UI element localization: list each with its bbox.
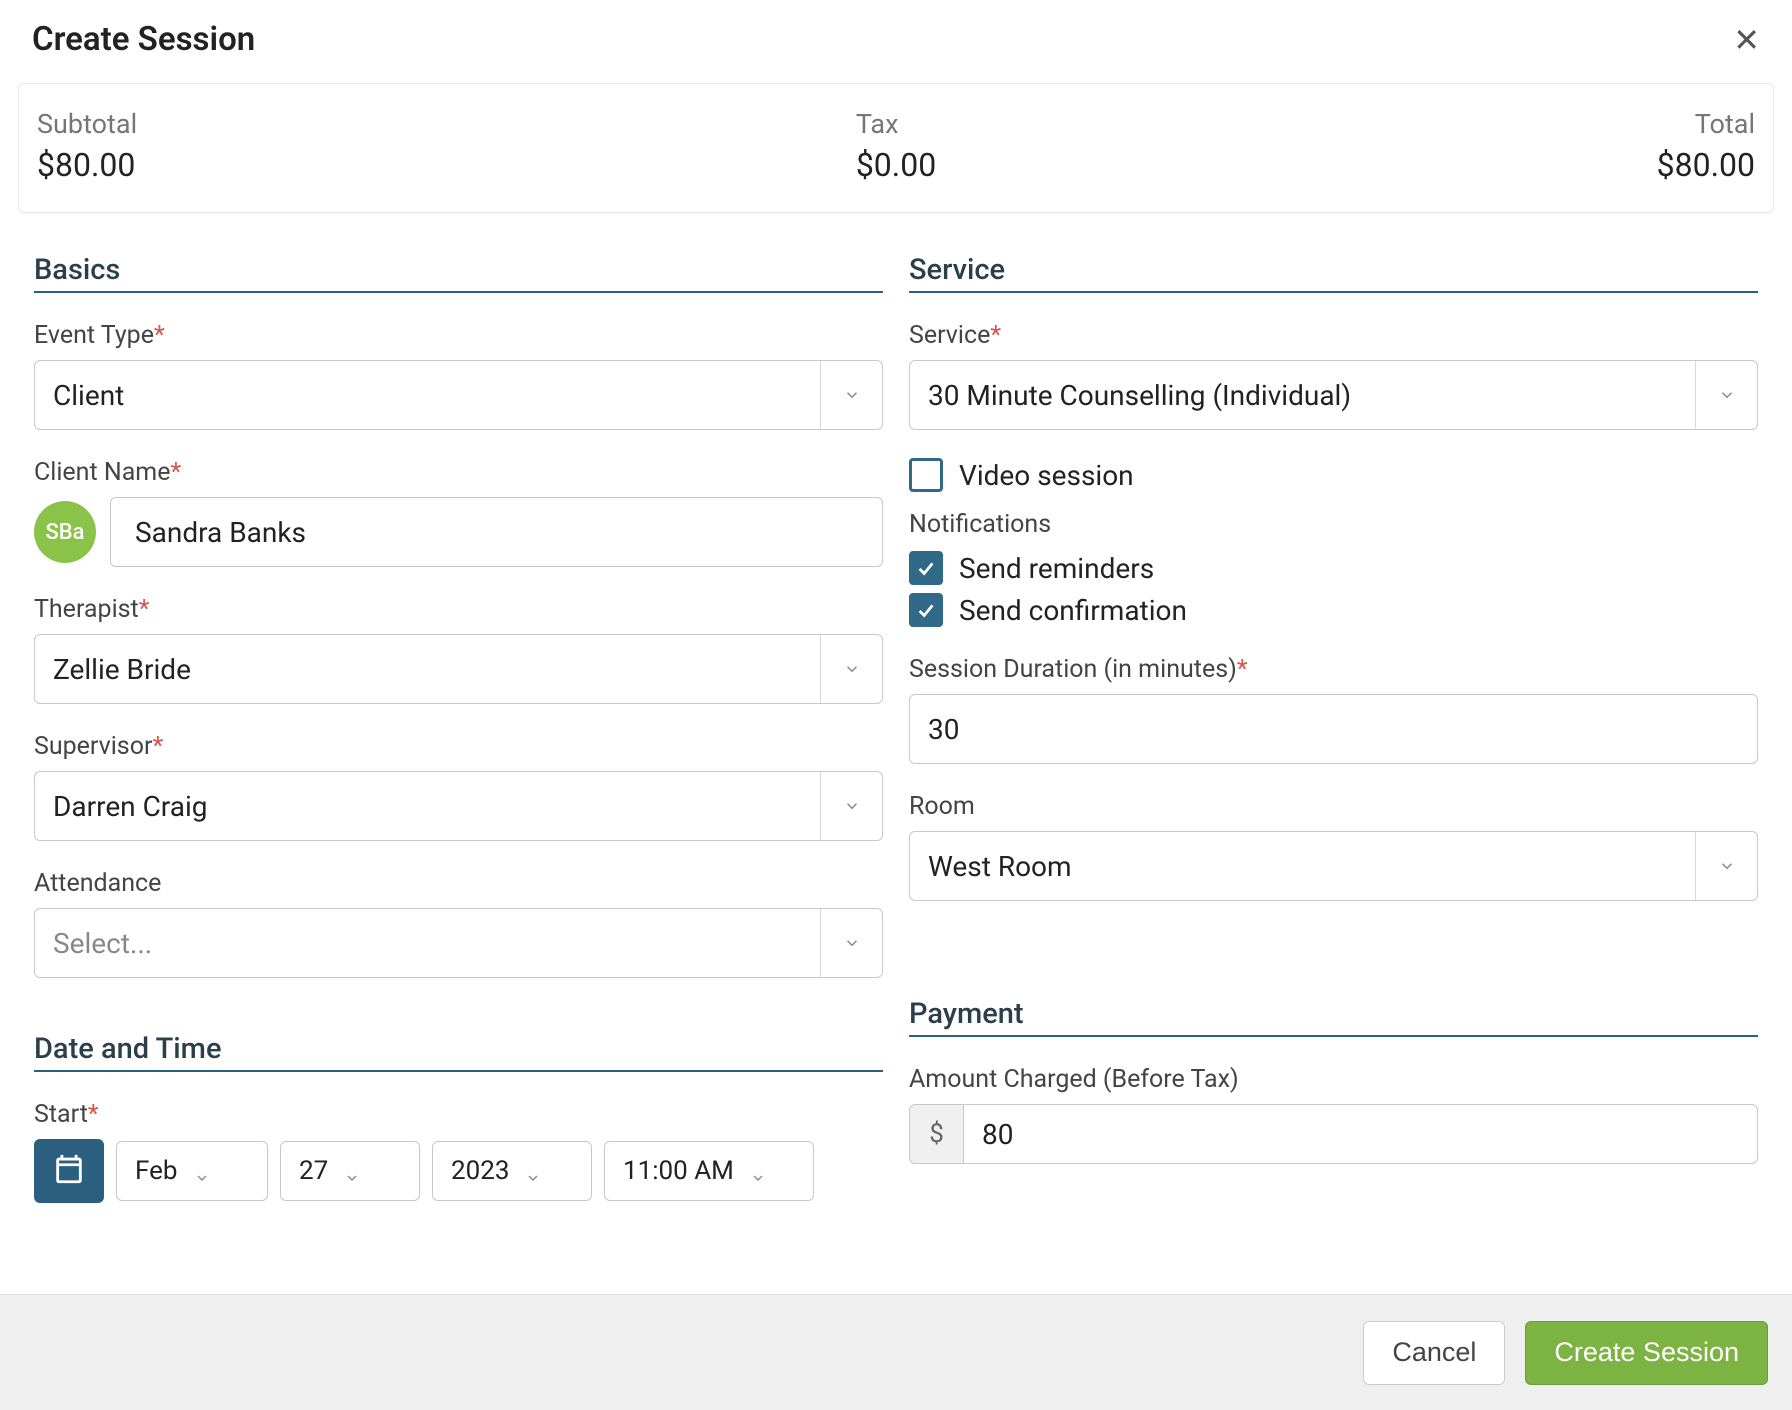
payment-heading: Payment — [909, 997, 1758, 1037]
room-value: West Room — [910, 850, 1695, 883]
amount-input[interactable]: 80 — [963, 1104, 1758, 1164]
total-value: $80.00 — [1182, 146, 1755, 184]
cancel-button[interactable]: Cancel — [1363, 1321, 1505, 1385]
create-session-button[interactable]: Create Session — [1525, 1321, 1768, 1385]
chevron-down-icon — [1718, 857, 1736, 875]
close-icon: ✕ — [1733, 22, 1760, 58]
summary-bar: Subtotal $80.00 Tax $0.00 Total $80.00 — [18, 83, 1774, 213]
chevron-down-icon — [1718, 386, 1736, 404]
start-year-select[interactable]: 2023 — [432, 1141, 592, 1201]
chevron-down-icon — [344, 1163, 360, 1179]
chevron-down-icon — [843, 386, 861, 404]
service-value: 30 Minute Counselling (Individual) — [910, 379, 1695, 412]
amount-label: Amount Charged (Before Tax) — [909, 1065, 1758, 1094]
video-session-checkbox[interactable] — [909, 458, 943, 492]
chevron-down-icon — [843, 797, 861, 815]
supervisor-select[interactable]: Darren Craig — [34, 771, 883, 841]
client-name-input[interactable]: Sandra Banks — [110, 497, 883, 567]
event-type-value: Client — [35, 379, 820, 412]
duration-input[interactable]: 30 — [909, 694, 1758, 764]
attendance-select[interactable]: Select... — [34, 908, 883, 978]
event-type-label: Event Type* — [34, 321, 883, 350]
video-session-label: Video session — [959, 459, 1134, 492]
therapist-label: Therapist* — [34, 595, 883, 624]
tax-value: $0.00 — [856, 146, 936, 184]
room-select[interactable]: West Room — [909, 831, 1758, 901]
therapist-select[interactable]: Zellie Bride — [34, 634, 883, 704]
tax-label: Tax — [856, 108, 936, 140]
subtotal-label: Subtotal — [37, 108, 610, 140]
chevron-down-icon — [843, 934, 861, 952]
service-label: Service* — [909, 321, 1758, 350]
start-time-select[interactable]: 11:00 AM — [604, 1141, 814, 1201]
calendar-icon — [52, 1152, 86, 1190]
chevron-down-icon — [843, 660, 861, 678]
service-select[interactable]: 30 Minute Counselling (Individual) — [909, 360, 1758, 430]
attendance-label: Attendance — [34, 869, 883, 898]
send-reminders-label: Send reminders — [959, 552, 1154, 585]
start-day-value: 27 — [299, 1156, 328, 1186]
dialog-footer: Cancel Create Session — [0, 1294, 1792, 1410]
send-confirmation-checkbox[interactable] — [909, 593, 943, 627]
calendar-button[interactable] — [34, 1139, 104, 1203]
therapist-value: Zellie Bride — [35, 653, 820, 686]
subtotal-value: $80.00 — [37, 146, 610, 184]
send-reminders-checkbox[interactable] — [909, 551, 943, 585]
room-label: Room — [909, 792, 1758, 821]
datetime-heading: Date and Time — [34, 1032, 883, 1072]
event-type-select[interactable]: Client — [34, 360, 883, 430]
supervisor-value: Darren Craig — [35, 790, 820, 823]
service-heading: Service — [909, 253, 1758, 293]
start-year-value: 2023 — [451, 1156, 509, 1186]
send-confirmation-label: Send confirmation — [959, 594, 1187, 627]
client-name-label: Client Name* — [34, 458, 883, 487]
chevron-down-icon — [194, 1163, 210, 1179]
start-month-value: Feb — [135, 1156, 178, 1186]
start-month-select[interactable]: Feb — [116, 1141, 268, 1201]
supervisor-label: Supervisor* — [34, 732, 883, 761]
duration-label: Session Duration (in minutes)* — [909, 655, 1758, 684]
start-time-value: 11:00 AM — [623, 1156, 734, 1186]
client-avatar: SBa — [34, 501, 96, 563]
close-button[interactable]: ✕ — [1733, 24, 1760, 56]
total-label: Total — [1182, 108, 1755, 140]
currency-symbol: $ — [909, 1104, 963, 1164]
dialog-title: Create Session — [32, 20, 255, 59]
notifications-heading: Notifications — [909, 510, 1758, 539]
start-label: Start* — [34, 1100, 883, 1129]
start-day-select[interactable]: 27 — [280, 1141, 420, 1201]
chevron-down-icon — [525, 1163, 541, 1179]
chevron-down-icon — [750, 1163, 766, 1179]
attendance-placeholder: Select... — [35, 927, 820, 960]
basics-heading: Basics — [34, 253, 883, 293]
